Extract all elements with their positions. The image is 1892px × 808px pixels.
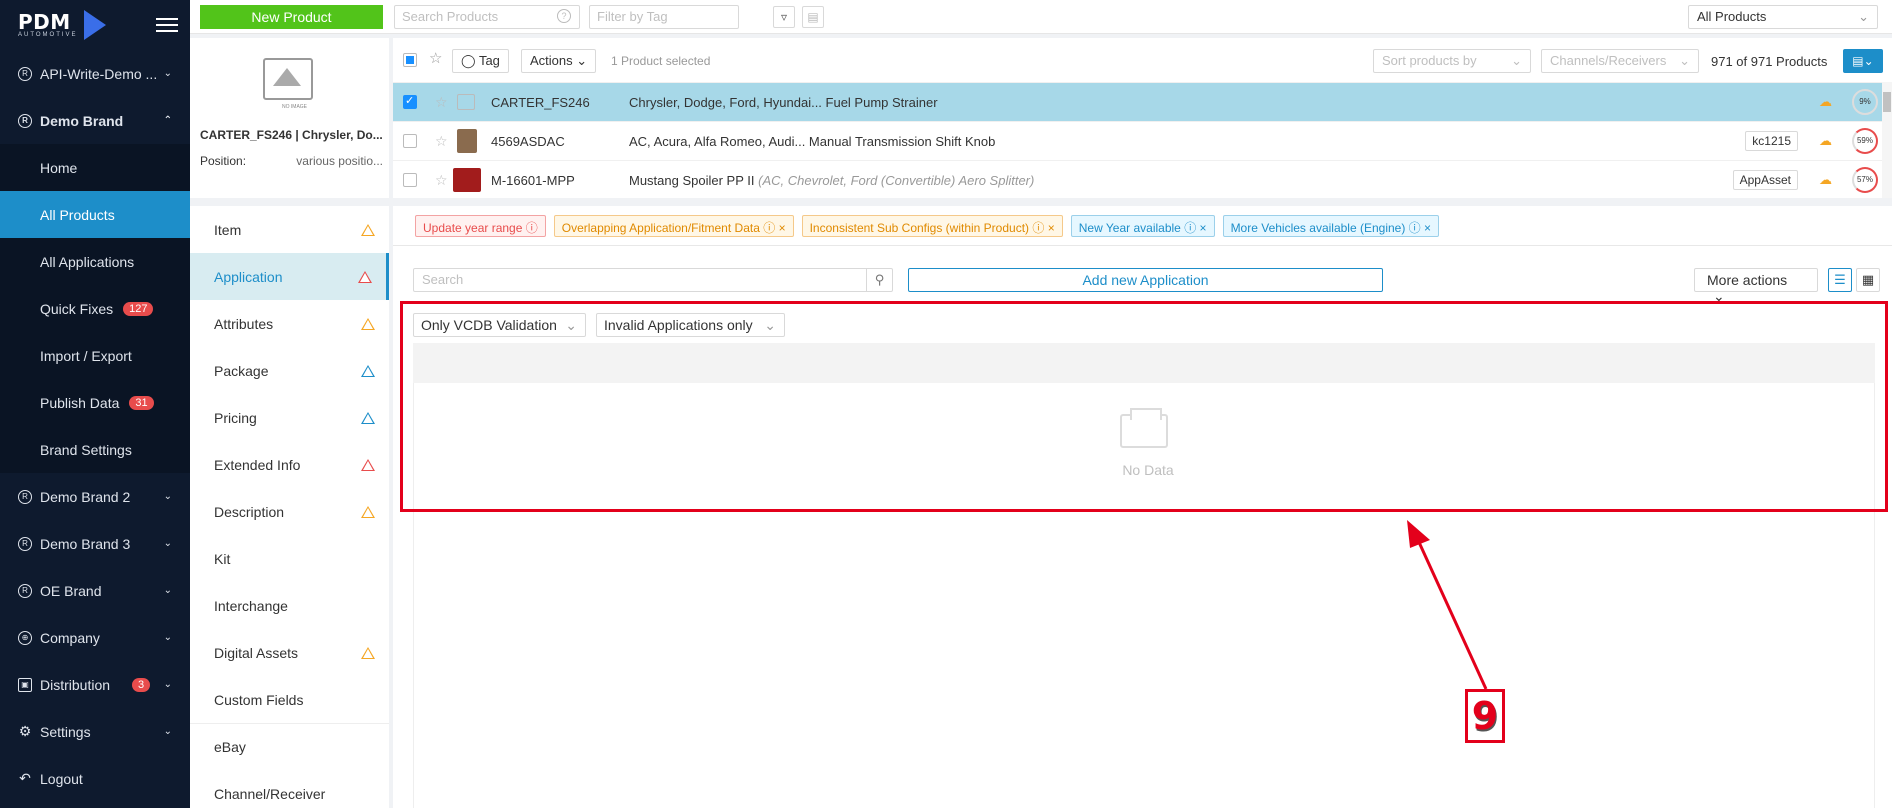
annotation-arrow	[1407, 520, 1488, 690]
step-number-badge: 9	[1465, 689, 1505, 743]
